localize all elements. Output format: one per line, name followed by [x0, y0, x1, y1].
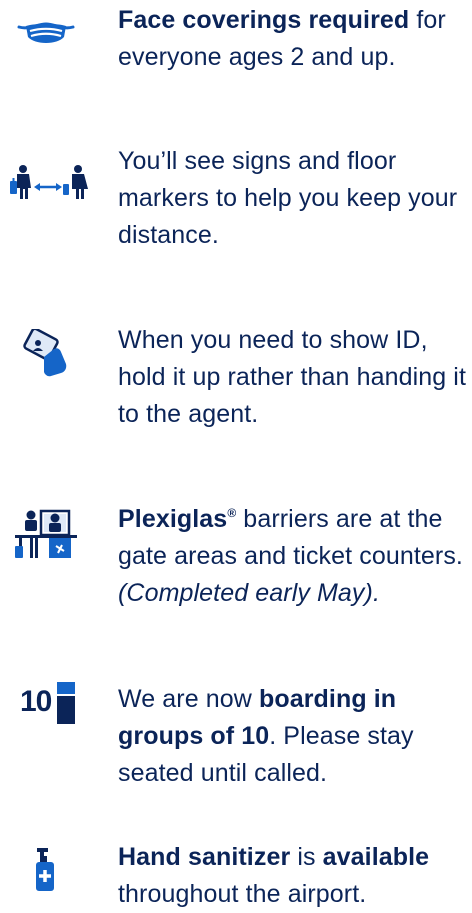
boarding-lead: We are now	[118, 685, 259, 713]
face-coverings-bold: Face coverings required	[118, 6, 410, 34]
distancing-text: You’ll see signs and floor markers to he…	[118, 143, 468, 254]
boarding-groups-icon: 10	[20, 682, 90, 724]
social-distance-icon	[4, 164, 94, 200]
distancing-body: You’ll see signs and floor markers to he…	[118, 147, 458, 249]
show-id-body: When you need to show ID, hold it up rat…	[118, 326, 466, 428]
registered-mark: ®	[227, 506, 237, 520]
plexiglas-barrier-icon	[14, 508, 78, 560]
boarding-text: We are now boarding in groups of 10. Ple…	[118, 681, 468, 792]
boarding-bar-icon	[57, 682, 76, 724]
plexiglas-italic-note: (Completed early May).	[118, 579, 381, 607]
plexiglas-text: Plexiglas® barriers are at the gate area…	[118, 495, 468, 612]
sanitizer-mid: is	[290, 843, 323, 871]
hand-sanitizer-icon	[30, 845, 60, 891]
face-coverings-text: Face coverings required for everyone age…	[118, 2, 468, 76]
plexiglas-bold: Plexiglas	[118, 505, 228, 533]
boarding-group-number: 10	[20, 685, 52, 718]
show-id-text: When you need to show ID, hold it up rat…	[118, 322, 468, 433]
hand-id-card-icon	[14, 329, 78, 377]
face-mask-icon	[14, 22, 78, 48]
sanitizer-rest: throughout the airport.	[118, 880, 367, 908]
sanitizer-bold: Hand sanitizer	[118, 843, 291, 871]
sanitizer-bold-available: available	[322, 843, 430, 871]
sanitizer-text: Hand sanitizer is available throughout t…	[118, 839, 468, 913]
